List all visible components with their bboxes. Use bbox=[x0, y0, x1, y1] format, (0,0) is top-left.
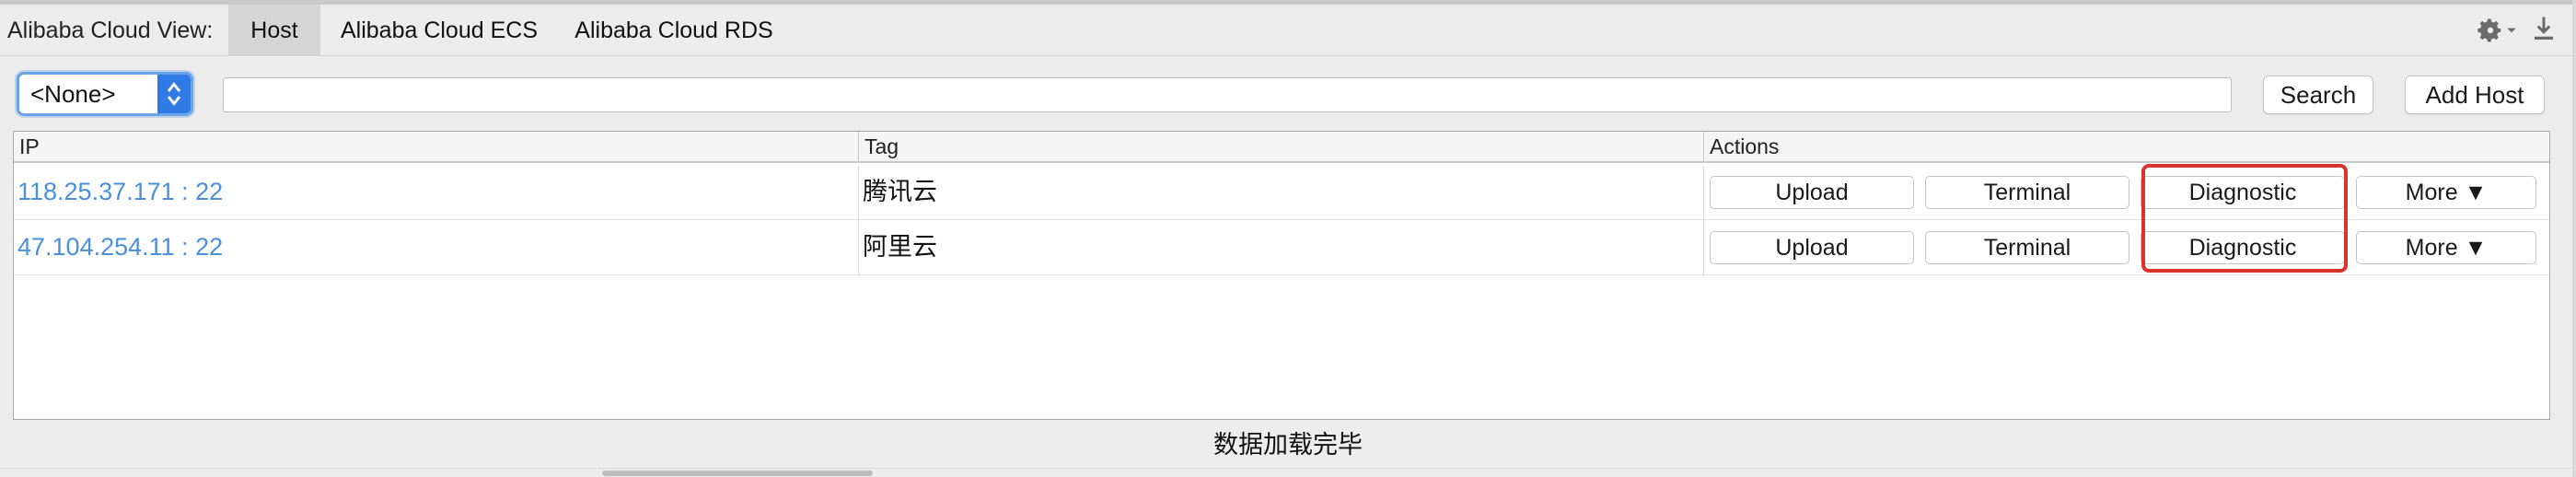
horizontal-scrollbar[interactable] bbox=[0, 468, 2576, 477]
terminal-button[interactable]: Terminal bbox=[1925, 231, 2129, 264]
diagnostic-button[interactable]: Diagnostic bbox=[2141, 231, 2345, 264]
add-host-button[interactable]: Add Host bbox=[2405, 76, 2545, 114]
host-filter-select[interactable]: <None> bbox=[17, 72, 193, 116]
host-filter-select-value: <None> bbox=[30, 80, 116, 108]
chevron-up-down-icon bbox=[157, 75, 191, 113]
toolbar-icons bbox=[2477, 14, 2556, 47]
gear-icon[interactable] bbox=[2477, 17, 2517, 44]
terminal-button[interactable]: Terminal bbox=[1925, 176, 2129, 209]
host-tag: 腾讯云 bbox=[859, 165, 1704, 220]
table-row: 118.25.37.171 : 22 腾讯云 Upload Terminal D… bbox=[14, 165, 2549, 220]
host-tag: 阿里云 bbox=[859, 220, 1704, 275]
tab-host[interactable]: Host bbox=[228, 5, 320, 56]
search-input[interactable] bbox=[223, 77, 2232, 112]
host-ip-link[interactable]: 118.25.37.171 : 22 bbox=[14, 165, 859, 220]
column-header-ip[interactable]: IP bbox=[14, 132, 859, 161]
host-table: IP Tag Actions 118.25.37.171 : 22 腾讯云 Up… bbox=[13, 131, 2550, 420]
tab-alibaba-cloud-ecs[interactable]: Alibaba Cloud ECS bbox=[320, 5, 558, 56]
chevron-down-icon bbox=[2507, 28, 2516, 33]
search-button[interactable]: Search bbox=[2263, 76, 2373, 114]
upload-button[interactable]: Upload bbox=[1710, 231, 1914, 264]
window-right-edge bbox=[2572, 0, 2576, 477]
status-message: 数据加载完毕 bbox=[1213, 431, 1363, 459]
column-header-tag[interactable]: Tag bbox=[859, 132, 1704, 161]
download-icon[interactable] bbox=[2532, 15, 2556, 47]
view-tab-bar: Alibaba Cloud View: Host Alibaba Cloud E… bbox=[0, 5, 2576, 56]
tab-alibaba-cloud-rds[interactable]: Alibaba Cloud RDS bbox=[558, 5, 790, 56]
row-actions: Upload Terminal Diagnostic More ▼ bbox=[1704, 165, 2551, 220]
host-ip-link[interactable]: 47.104.254.11 : 22 bbox=[14, 220, 859, 275]
upload-button[interactable]: Upload bbox=[1710, 176, 1914, 209]
table-row: 47.104.254.11 : 22 阿里云 Upload Terminal D… bbox=[14, 220, 2549, 275]
table-header: IP Tag Actions bbox=[14, 132, 2549, 163]
view-label: Alibaba Cloud View: bbox=[7, 17, 214, 43]
column-header-actions[interactable]: Actions bbox=[1704, 132, 2551, 161]
diagnostic-button[interactable]: Diagnostic bbox=[2141, 176, 2345, 209]
scrollbar-thumb[interactable] bbox=[602, 471, 873, 476]
more-button[interactable]: More ▼ bbox=[2356, 231, 2536, 264]
more-button[interactable]: More ▼ bbox=[2356, 176, 2536, 209]
row-actions: Upload Terminal Diagnostic More ▼ bbox=[1704, 220, 2551, 275]
